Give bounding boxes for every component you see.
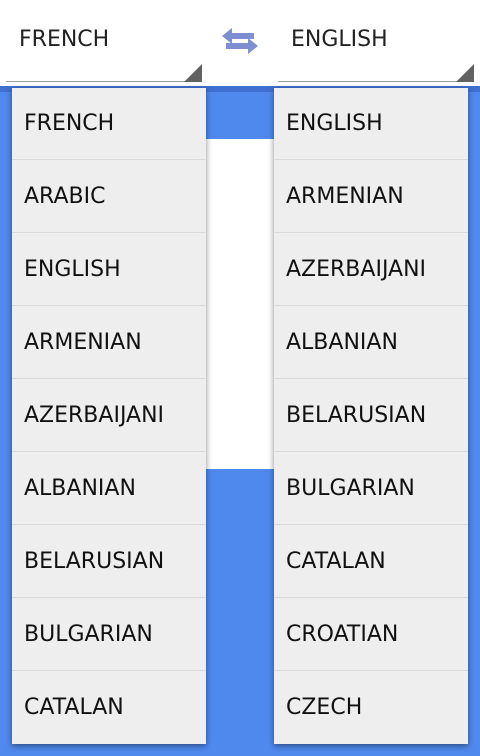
source-option[interactable]: ENGLISH [12, 233, 206, 306]
target-language-selected: ENGLISH [291, 27, 388, 52]
source-language-dropdown: FRENCH ARABIC ENGLISH ARMENIAN AZERBAIJA… [12, 88, 206, 744]
source-option[interactable]: ALBANIAN [12, 452, 206, 525]
source-language-spinner[interactable]: FRENCH [6, 0, 202, 82]
target-option[interactable]: BULGARIAN [274, 452, 468, 525]
target-option[interactable]: ARMENIAN [274, 160, 468, 233]
content-card [200, 139, 276, 469]
swap-arrows-icon[interactable] [220, 26, 260, 56]
source-option[interactable]: BELARUSIAN [12, 525, 206, 598]
target-option[interactable]: CATALAN [274, 525, 468, 598]
target-spinner-underline [278, 81, 474, 82]
source-option[interactable]: FRENCH [12, 88, 206, 160]
target-language-spinner[interactable]: ENGLISH [278, 0, 474, 82]
target-dropdown-arrow-icon [456, 64, 474, 82]
target-option[interactable]: ALBANIAN [274, 306, 468, 379]
source-option[interactable]: CATALAN [12, 671, 206, 744]
source-language-selected: FRENCH [19, 27, 110, 52]
source-dropdown-arrow-icon [184, 64, 202, 82]
source-option[interactable]: ARMENIAN [12, 306, 206, 379]
source-spinner-underline [6, 81, 202, 82]
target-option[interactable]: BELARUSIAN [274, 379, 468, 452]
source-option[interactable]: BULGARIAN [12, 598, 206, 671]
source-option[interactable]: AZERBAIJANI [12, 379, 206, 452]
target-language-dropdown: ENGLISH ARMENIAN AZERBAIJANI ALBANIAN BE… [274, 88, 468, 744]
source-option[interactable]: ARABIC [12, 160, 206, 233]
target-option[interactable]: CZECH [274, 671, 468, 744]
target-option[interactable]: CROATIAN [274, 598, 468, 671]
target-option[interactable]: ENGLISH [274, 88, 468, 160]
target-option[interactable]: AZERBAIJANI [274, 233, 468, 306]
